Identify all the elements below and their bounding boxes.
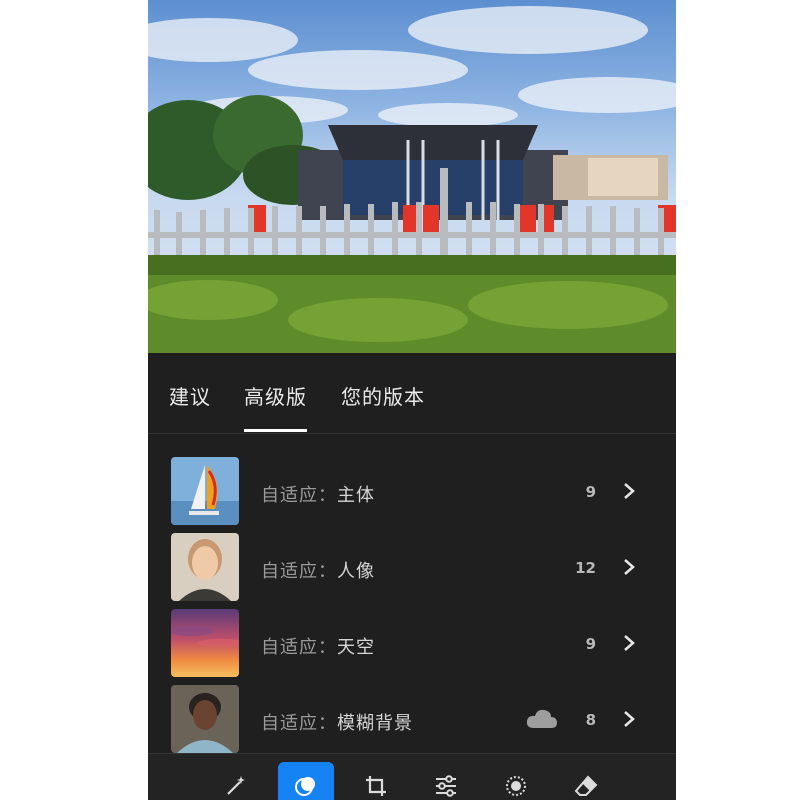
portrait-man-thumbnail	[171, 685, 239, 753]
crop-icon	[366, 776, 386, 796]
sailboat-thumbnail	[171, 457, 239, 525]
eraser-icon	[574, 775, 598, 796]
preset-row-blur-background[interactable]: 自适应：模糊背景 8	[148, 685, 676, 761]
eraser-button[interactable]	[558, 762, 614, 800]
preset-prefix: 自适应：	[261, 713, 337, 734]
chevron-right-icon	[624, 711, 635, 727]
presets-icon	[295, 777, 315, 796]
chevron-right-icon	[624, 559, 635, 575]
preset-prefix: 自适应：	[261, 637, 337, 658]
chevron-right-icon	[624, 483, 635, 499]
preset-name: 人像	[337, 561, 375, 582]
adjust-button[interactable]	[418, 762, 474, 800]
preset-count: 12	[575, 559, 596, 577]
preset-name: 模糊背景	[337, 713, 413, 734]
chevron-right-icon	[624, 635, 635, 651]
presets-button[interactable]	[278, 762, 334, 800]
preset-row-sky[interactable]: 自适应：天空 9	[148, 609, 676, 685]
preset-name: 主体	[337, 485, 375, 506]
preset-prefix: 自适应：	[261, 561, 337, 582]
tab-your-versions[interactable]: 您的版本	[341, 381, 425, 410]
sky-thumbnail	[171, 609, 239, 677]
tab-suggestions[interactable]: 建议	[169, 381, 211, 410]
effects-button[interactable]	[488, 762, 544, 800]
portrait-thumbnail	[171, 533, 239, 601]
preset-row-portrait[interactable]: 自适应：人像 12	[148, 533, 676, 609]
photo-canvas	[148, 6, 676, 353]
preset-label: 自适应：模糊背景	[261, 709, 413, 735]
magic-wand-icon	[227, 776, 245, 795]
effects-icon	[506, 776, 526, 796]
preset-row-subject[interactable]: 自适应：主体 9	[148, 457, 676, 533]
auto-magic-wand-button[interactable]	[208, 762, 264, 800]
preset-label: 自适应：天空	[261, 633, 375, 659]
adjust-sliders-icon	[436, 775, 456, 797]
bottom-toolbar	[148, 753, 676, 800]
preset-label: 自适应：人像	[261, 557, 375, 583]
preset-name: 天空	[337, 637, 375, 658]
tab-premium[interactable]: 高级版	[244, 381, 307, 432]
preset-count: 9	[585, 635, 596, 653]
editor-screen: 建议 高级版 您的版本 自适应：主体 9 自适应：人像 12 自适应：天空 9 …	[148, 0, 676, 800]
photo-preview[interactable]	[148, 0, 676, 353]
preset-count: 9	[585, 483, 596, 501]
crop-button[interactable]	[348, 762, 404, 800]
preset-prefix: 自适应：	[261, 485, 337, 506]
cloud-icon	[526, 709, 557, 728]
preset-label: 自适应：主体	[261, 481, 375, 507]
preset-tabs: 建议 高级版 您的版本	[148, 353, 676, 434]
preset-count: 8	[585, 711, 596, 729]
